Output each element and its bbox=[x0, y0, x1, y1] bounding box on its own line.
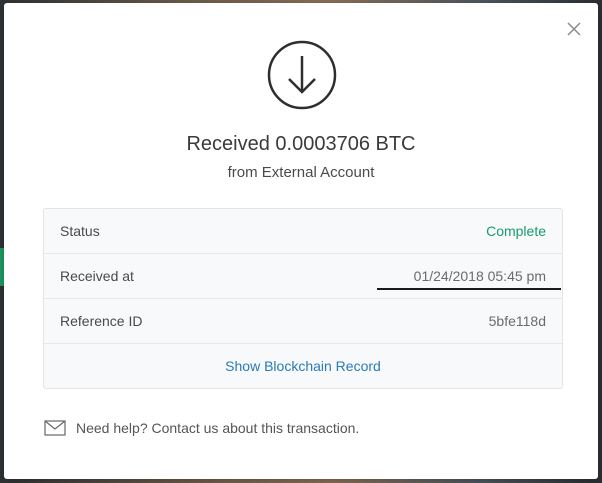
detail-row-reference-id: Reference ID 5bfe118d bbox=[44, 299, 562, 344]
transaction-title: Received 0.0003706 BTC bbox=[186, 133, 416, 155]
envelope-icon bbox=[44, 420, 66, 436]
blockchain-link-row: Show Blockchain Record bbox=[44, 344, 562, 388]
close-button[interactable] bbox=[565, 20, 583, 38]
detail-row-status: Status Complete bbox=[44, 209, 562, 254]
download-arrow-icon bbox=[266, 39, 338, 111]
close-icon[interactable] bbox=[565, 20, 583, 38]
received-timestamp: 01/24/2018 05:45 pm bbox=[413, 268, 546, 284]
detail-label: Status bbox=[60, 223, 100, 239]
help-contact-link[interactable]: Need help? Contact us about this transac… bbox=[76, 420, 359, 436]
show-blockchain-record-link[interactable]: Show Blockchain Record bbox=[225, 358, 381, 374]
reference-id-value: 5bfe118d bbox=[488, 313, 546, 329]
detail-label: Reference ID bbox=[60, 313, 143, 329]
status-badge: Complete bbox=[486, 223, 546, 239]
transaction-detail-modal: Received 0.0003706 BTC from External Acc… bbox=[4, 3, 598, 479]
transaction-source: from External Account bbox=[227, 164, 375, 181]
timestamp-underline bbox=[377, 288, 561, 290]
detail-row-received-at: Received at 01/24/2018 05:45 pm bbox=[44, 254, 562, 299]
detail-label: Received at bbox=[60, 268, 134, 284]
transaction-details-card: Status Complete Received at 01/24/2018 0… bbox=[43, 208, 563, 389]
